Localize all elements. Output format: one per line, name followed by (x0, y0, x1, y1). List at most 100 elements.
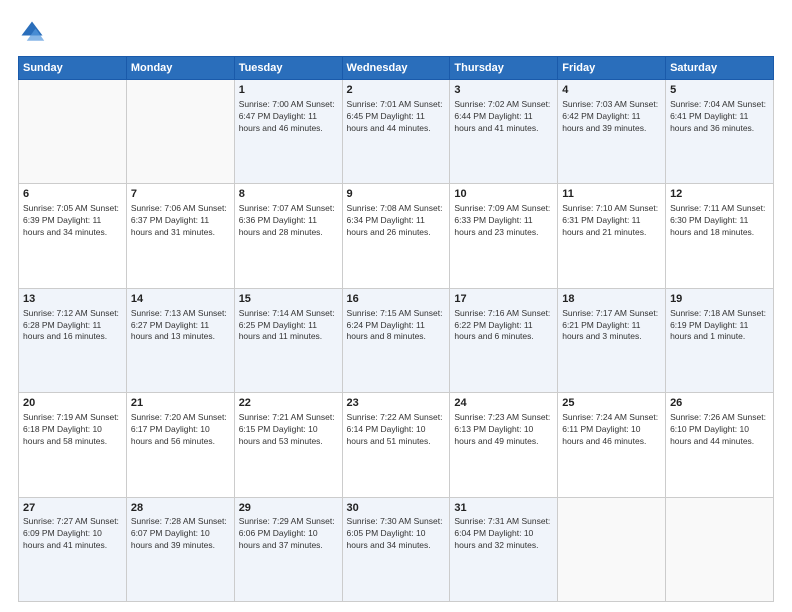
calendar-cell: 8Sunrise: 7:07 AM Sunset: 6:36 PM Daylig… (234, 184, 342, 288)
day-number: 6 (23, 187, 122, 202)
header (18, 18, 774, 46)
day-info: Sunrise: 7:20 AM Sunset: 6:17 PM Dayligh… (131, 412, 230, 448)
day-header-tuesday: Tuesday (234, 57, 342, 80)
day-number: 14 (131, 292, 230, 307)
day-number: 22 (239, 396, 338, 411)
calendar-cell (19, 80, 127, 184)
day-number: 12 (670, 187, 769, 202)
day-info: Sunrise: 7:09 AM Sunset: 6:33 PM Dayligh… (454, 203, 553, 239)
calendar-cell: 29Sunrise: 7:29 AM Sunset: 6:06 PM Dayli… (234, 497, 342, 601)
day-info: Sunrise: 7:01 AM Sunset: 6:45 PM Dayligh… (347, 99, 446, 135)
day-number: 11 (562, 187, 661, 202)
calendar-cell: 4Sunrise: 7:03 AM Sunset: 6:42 PM Daylig… (558, 80, 666, 184)
calendar-header-row: SundayMondayTuesdayWednesdayThursdayFrid… (19, 57, 774, 80)
calendar-cell: 7Sunrise: 7:06 AM Sunset: 6:37 PM Daylig… (126, 184, 234, 288)
calendar-cell: 5Sunrise: 7:04 AM Sunset: 6:41 PM Daylig… (666, 80, 774, 184)
page: SundayMondayTuesdayWednesdayThursdayFrid… (0, 0, 792, 612)
calendar-cell (666, 497, 774, 601)
day-header-sunday: Sunday (19, 57, 127, 80)
day-info: Sunrise: 7:07 AM Sunset: 6:36 PM Dayligh… (239, 203, 338, 239)
day-info: Sunrise: 7:11 AM Sunset: 6:30 PM Dayligh… (670, 203, 769, 239)
calendar-week-row: 6Sunrise: 7:05 AM Sunset: 6:39 PM Daylig… (19, 184, 774, 288)
calendar-cell: 20Sunrise: 7:19 AM Sunset: 6:18 PM Dayli… (19, 393, 127, 497)
day-info: Sunrise: 7:18 AM Sunset: 6:19 PM Dayligh… (670, 308, 769, 344)
day-info: Sunrise: 7:26 AM Sunset: 6:10 PM Dayligh… (670, 412, 769, 448)
logo (18, 18, 50, 46)
day-info: Sunrise: 7:13 AM Sunset: 6:27 PM Dayligh… (131, 308, 230, 344)
calendar-week-row: 20Sunrise: 7:19 AM Sunset: 6:18 PM Dayli… (19, 393, 774, 497)
calendar-cell: 30Sunrise: 7:30 AM Sunset: 6:05 PM Dayli… (342, 497, 450, 601)
day-info: Sunrise: 7:05 AM Sunset: 6:39 PM Dayligh… (23, 203, 122, 239)
day-info: Sunrise: 7:04 AM Sunset: 6:41 PM Dayligh… (670, 99, 769, 135)
day-info: Sunrise: 7:14 AM Sunset: 6:25 PM Dayligh… (239, 308, 338, 344)
day-header-thursday: Thursday (450, 57, 558, 80)
day-number: 25 (562, 396, 661, 411)
calendar-cell: 27Sunrise: 7:27 AM Sunset: 6:09 PM Dayli… (19, 497, 127, 601)
calendar-cell: 19Sunrise: 7:18 AM Sunset: 6:19 PM Dayli… (666, 288, 774, 392)
day-header-wednesday: Wednesday (342, 57, 450, 80)
calendar-cell: 2Sunrise: 7:01 AM Sunset: 6:45 PM Daylig… (342, 80, 450, 184)
day-number: 17 (454, 292, 553, 307)
day-number: 24 (454, 396, 553, 411)
day-info: Sunrise: 7:23 AM Sunset: 6:13 PM Dayligh… (454, 412, 553, 448)
day-info: Sunrise: 7:29 AM Sunset: 6:06 PM Dayligh… (239, 516, 338, 552)
calendar-cell: 21Sunrise: 7:20 AM Sunset: 6:17 PM Dayli… (126, 393, 234, 497)
day-number: 13 (23, 292, 122, 307)
calendar-week-row: 27Sunrise: 7:27 AM Sunset: 6:09 PM Dayli… (19, 497, 774, 601)
day-number: 15 (239, 292, 338, 307)
day-number: 2 (347, 83, 446, 98)
calendar-cell: 6Sunrise: 7:05 AM Sunset: 6:39 PM Daylig… (19, 184, 127, 288)
day-info: Sunrise: 7:24 AM Sunset: 6:11 PM Dayligh… (562, 412, 661, 448)
calendar-cell: 22Sunrise: 7:21 AM Sunset: 6:15 PM Dayli… (234, 393, 342, 497)
day-info: Sunrise: 7:31 AM Sunset: 6:04 PM Dayligh… (454, 516, 553, 552)
calendar-cell: 25Sunrise: 7:24 AM Sunset: 6:11 PM Dayli… (558, 393, 666, 497)
day-number: 28 (131, 501, 230, 516)
calendar-cell: 24Sunrise: 7:23 AM Sunset: 6:13 PM Dayli… (450, 393, 558, 497)
day-info: Sunrise: 7:22 AM Sunset: 6:14 PM Dayligh… (347, 412, 446, 448)
day-number: 31 (454, 501, 553, 516)
day-number: 5 (670, 83, 769, 98)
logo-icon (18, 18, 46, 46)
day-info: Sunrise: 7:27 AM Sunset: 6:09 PM Dayligh… (23, 516, 122, 552)
day-info: Sunrise: 7:12 AM Sunset: 6:28 PM Dayligh… (23, 308, 122, 344)
day-info: Sunrise: 7:08 AM Sunset: 6:34 PM Dayligh… (347, 203, 446, 239)
calendar-cell: 18Sunrise: 7:17 AM Sunset: 6:21 PM Dayli… (558, 288, 666, 392)
day-number: 23 (347, 396, 446, 411)
day-number: 3 (454, 83, 553, 98)
day-number: 16 (347, 292, 446, 307)
day-number: 9 (347, 187, 446, 202)
day-info: Sunrise: 7:28 AM Sunset: 6:07 PM Dayligh… (131, 516, 230, 552)
calendar-cell: 16Sunrise: 7:15 AM Sunset: 6:24 PM Dayli… (342, 288, 450, 392)
calendar-cell: 13Sunrise: 7:12 AM Sunset: 6:28 PM Dayli… (19, 288, 127, 392)
day-number: 4 (562, 83, 661, 98)
day-info: Sunrise: 7:06 AM Sunset: 6:37 PM Dayligh… (131, 203, 230, 239)
calendar-week-row: 1Sunrise: 7:00 AM Sunset: 6:47 PM Daylig… (19, 80, 774, 184)
day-number: 10 (454, 187, 553, 202)
day-number: 20 (23, 396, 122, 411)
day-info: Sunrise: 7:19 AM Sunset: 6:18 PM Dayligh… (23, 412, 122, 448)
day-info: Sunrise: 7:21 AM Sunset: 6:15 PM Dayligh… (239, 412, 338, 448)
calendar-cell: 15Sunrise: 7:14 AM Sunset: 6:25 PM Dayli… (234, 288, 342, 392)
calendar-cell: 9Sunrise: 7:08 AM Sunset: 6:34 PM Daylig… (342, 184, 450, 288)
day-number: 30 (347, 501, 446, 516)
calendar-cell: 14Sunrise: 7:13 AM Sunset: 6:27 PM Dayli… (126, 288, 234, 392)
day-number: 21 (131, 396, 230, 411)
day-number: 19 (670, 292, 769, 307)
day-header-saturday: Saturday (666, 57, 774, 80)
day-number: 1 (239, 83, 338, 98)
calendar-cell (126, 80, 234, 184)
calendar-cell: 17Sunrise: 7:16 AM Sunset: 6:22 PM Dayli… (450, 288, 558, 392)
day-number: 18 (562, 292, 661, 307)
day-header-monday: Monday (126, 57, 234, 80)
calendar-cell (558, 497, 666, 601)
calendar-cell: 3Sunrise: 7:02 AM Sunset: 6:44 PM Daylig… (450, 80, 558, 184)
day-info: Sunrise: 7:10 AM Sunset: 6:31 PM Dayligh… (562, 203, 661, 239)
calendar-cell: 11Sunrise: 7:10 AM Sunset: 6:31 PM Dayli… (558, 184, 666, 288)
day-number: 26 (670, 396, 769, 411)
calendar-cell: 12Sunrise: 7:11 AM Sunset: 6:30 PM Dayli… (666, 184, 774, 288)
day-info: Sunrise: 7:03 AM Sunset: 6:42 PM Dayligh… (562, 99, 661, 135)
calendar-table: SundayMondayTuesdayWednesdayThursdayFrid… (18, 56, 774, 602)
day-number: 27 (23, 501, 122, 516)
day-info: Sunrise: 7:00 AM Sunset: 6:47 PM Dayligh… (239, 99, 338, 135)
day-info: Sunrise: 7:16 AM Sunset: 6:22 PM Dayligh… (454, 308, 553, 344)
